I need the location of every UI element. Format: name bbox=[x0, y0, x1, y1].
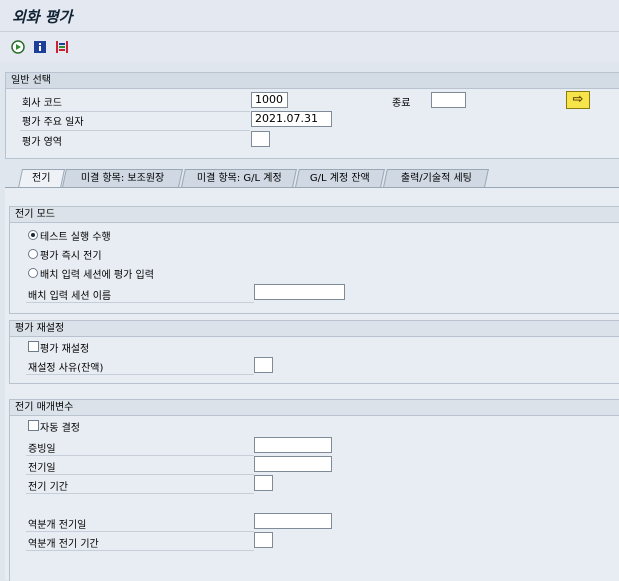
valuation-area-label: 평가 영역 bbox=[22, 137, 62, 148]
session-name-field[interactable] bbox=[254, 284, 345, 300]
general-selection-header: 일반 선택 bbox=[6, 73, 619, 89]
valuation-date-label: 평가 주요 일자 bbox=[22, 117, 84, 128]
variant-icon[interactable] bbox=[55, 40, 69, 54]
arrow-right-icon: ⇨ bbox=[572, 92, 584, 107]
application-toolbar bbox=[0, 32, 619, 62]
reset-reason-label: 재설정 사유(잔액) bbox=[28, 363, 104, 374]
tab-posting[interactable]: 전기 bbox=[17, 169, 66, 188]
test-run-label: 테스트 실행 수행 bbox=[40, 232, 111, 243]
posting-parameters-header: 전기 매개변수 bbox=[10, 400, 619, 416]
reset-checkbox-label: 평가 재설정 bbox=[40, 344, 90, 355]
posting-date-field[interactable] bbox=[254, 456, 332, 472]
post-immediately-label: 평가 즉시 전기 bbox=[40, 251, 102, 262]
company-code-label: 회사 코드 bbox=[22, 98, 62, 109]
posting-parameters-group: 전기 매개변수 자동 결정 증빙일 전기일 전기 기간 역분개 전기일 역분개 … bbox=[9, 399, 619, 581]
end-label: 종료 bbox=[392, 98, 411, 109]
tab-output-settings[interactable]: 출력/기술적 세팅 bbox=[383, 169, 489, 187]
row-separator bbox=[26, 374, 254, 375]
reset-checkbox[interactable] bbox=[28, 341, 39, 352]
reverse-date-field[interactable] bbox=[254, 513, 332, 529]
row-separator bbox=[26, 493, 254, 494]
row-separator bbox=[26, 550, 254, 551]
posting-period-label: 전기 기간 bbox=[28, 482, 68, 493]
valuation-date-field[interactable]: 2021.07.31 bbox=[251, 111, 332, 127]
tab-open-items-gl[interactable]: 미결 항목: G/L 계정 bbox=[181, 169, 297, 187]
document-date-field[interactable] bbox=[254, 437, 332, 453]
page-title: 외화 평가 bbox=[12, 8, 73, 26]
execute-clock-icon[interactable] bbox=[11, 40, 25, 54]
batch-input-radio[interactable] bbox=[28, 268, 38, 278]
valuation-reset-group: 평가 재설정 평가 재설정 재설정 사유(잔액) bbox=[9, 320, 619, 384]
document-date-label: 증빙일 bbox=[28, 444, 56, 455]
reverse-date-label: 역분개 전기일 bbox=[28, 520, 87, 531]
general-selection-group: 일반 선택 회사 코드 1000 종료 ⇨ 평가 주요 일자 2021.07.3… bbox=[5, 72, 619, 159]
selection-screen: 일반 선택 회사 코드 1000 종료 ⇨ 평가 주요 일자 2021.07.3… bbox=[0, 62, 619, 581]
tab-gl-balance[interactable]: G/L 계정 잔액 bbox=[295, 169, 385, 187]
posting-period-field[interactable] bbox=[254, 475, 273, 491]
end-field[interactable] bbox=[431, 92, 466, 108]
row-separator bbox=[26, 531, 254, 532]
tab-open-items-subledger[interactable]: 미결 항목: 보조원장 bbox=[62, 169, 183, 187]
valuation-reset-header: 평가 재설정 bbox=[10, 321, 619, 337]
row-separator bbox=[20, 111, 250, 112]
auto-determine-label: 자동 결정 bbox=[40, 423, 80, 434]
batch-input-label: 배치 입력 세션에 평가 입력 bbox=[40, 270, 154, 281]
session-name-label: 배치 입력 세션 이름 bbox=[28, 291, 112, 302]
row-separator bbox=[26, 474, 254, 475]
posting-mode-group: 전기 모드 테스트 실행 수행 평가 즉시 전기 배치 입력 세션에 평가 입력… bbox=[9, 206, 619, 314]
row-separator bbox=[26, 302, 254, 303]
info-icon[interactable] bbox=[33, 40, 47, 54]
company-code-field[interactable]: 1000 bbox=[251, 92, 288, 108]
multiple-selection-button[interactable]: ⇨ bbox=[566, 91, 590, 109]
tab-panel-posting: 전기 모드 테스트 실행 수행 평가 즉시 전기 배치 입력 세션에 평가 입력… bbox=[5, 187, 619, 581]
valuation-area-field[interactable] bbox=[251, 131, 270, 147]
post-immediately-radio[interactable] bbox=[28, 249, 38, 259]
posting-date-label: 전기일 bbox=[28, 463, 56, 474]
row-separator bbox=[26, 455, 254, 456]
title-bar: 외화 평가 bbox=[0, 0, 619, 32]
reverse-period-label: 역분개 전기 기간 bbox=[28, 539, 99, 550]
test-run-radio[interactable] bbox=[28, 230, 38, 240]
auto-determine-checkbox[interactable] bbox=[28, 420, 39, 431]
reverse-period-field[interactable] bbox=[254, 532, 273, 548]
posting-mode-header: 전기 모드 bbox=[10, 207, 619, 223]
row-separator bbox=[20, 130, 250, 131]
reset-reason-field[interactable] bbox=[254, 357, 273, 373]
